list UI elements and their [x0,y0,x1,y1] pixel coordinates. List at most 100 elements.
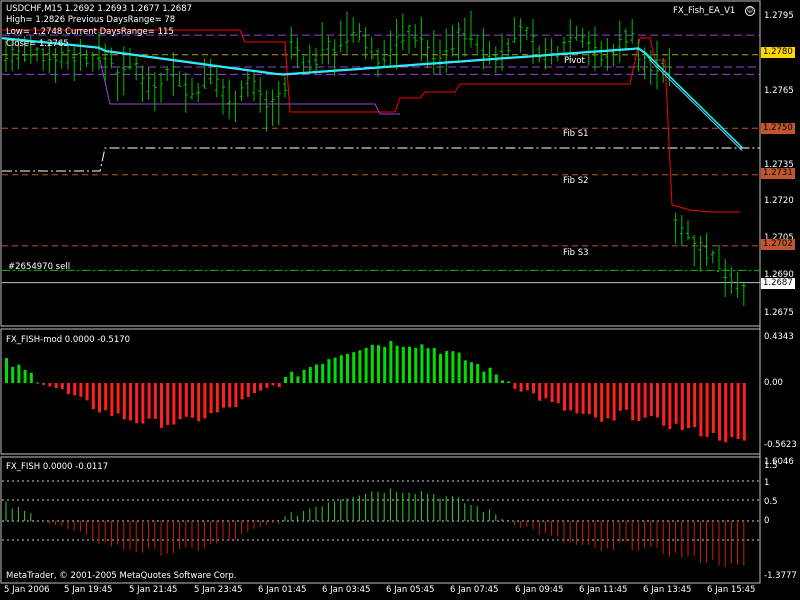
fish-mod-bar [612,383,616,421]
fish-mod-bar [513,383,517,389]
fish-mod-bar [147,383,151,419]
indicator-title-fish: FX_FISH 0.0000 -0.0117 [6,462,109,472]
time-tick: 5 Jan 21:45 [129,585,178,595]
fish-mod-bar [153,383,157,419]
chart-canvas[interactable] [0,0,800,600]
fish-mod-bar [618,383,622,411]
indicator-tick: 1 [764,478,770,488]
price-bar [382,39,387,68]
fish-mod-bar [718,383,721,441]
price-bar [537,45,542,63]
indicator-tick: 0.00 [764,378,783,388]
price-bar [326,36,331,65]
fish-mod-bar [104,383,108,411]
fish-mod-bar [538,383,542,401]
fish-mod-bar [408,346,411,383]
fish-mod-bar [166,383,170,425]
fish-mod-bar [91,383,95,410]
fish-mod-bar [246,383,250,397]
fish-mod-bar [191,383,194,418]
fish-mod-bar [674,383,678,424]
fish-mod-bar [60,383,64,390]
price-bar [549,38,554,65]
metatrader-chart-window[interactable]: USDCHF,M15 1.2692 1.2693 1.2677 1.2687 H… [0,0,800,600]
time-tick: 6 Jan 11:45 [579,585,628,595]
copyright-text: MetaTrader, © 2001-2005 MetaQuotes Softw… [6,571,237,581]
price-bar [431,30,436,75]
price-bar [506,38,511,59]
price-bar [698,235,703,272]
fish-mod-bar [606,383,610,419]
price-bar [574,25,579,41]
fish-mod-bar [705,383,709,437]
fish-mod-bar [172,383,176,425]
price-bar [487,41,492,65]
fish-mod-bar [389,341,393,383]
price-box-current: 1.2687 [761,278,795,289]
fish-mod-bar [215,383,219,413]
price-box-pivot: 1.2780 [761,47,795,58]
fish-mod-bar [122,383,126,420]
order-label[interactable]: #2654970 sell [8,262,70,272]
fish-mod-bar [296,376,300,383]
price-box-fib-s2: 1.2731 [761,168,795,179]
smiley-icon[interactable]: ☺ [745,6,755,16]
price-bar [53,47,58,84]
price-bar [41,48,46,71]
price-bar [276,81,281,125]
price-bar [723,258,728,298]
fish-mod-bar [383,346,387,383]
fish-mod-bar [507,381,511,383]
time-tick: 6 Jan 03:45 [322,585,371,595]
fish-mod-bar [29,372,33,383]
info-line-low: Low= 1.2748 Current DaysRange= 115 [6,27,174,37]
fish-mod-bar [277,383,281,388]
fish-mod-bar [532,383,535,394]
price-bar [717,244,721,272]
fish-mod-bar [420,344,424,383]
price-bar [283,76,287,98]
fish-mod-bar [129,383,132,421]
price-bar [202,58,207,89]
fish-mod-bar [742,383,746,441]
price-bar [208,58,213,85]
price-tick: 1.2795 [764,11,794,21]
price-bar [245,69,250,98]
fish-mod-bar [637,383,641,422]
price-bar [338,20,343,53]
fish-mod-bar [290,371,294,383]
fish-mod-bar [656,383,659,418]
price-bar [599,41,604,67]
fish-mod-bar [308,367,312,383]
main-pane-frame [0,0,761,327]
price-bar [462,17,467,57]
price-bar [735,272,740,298]
price-bar [419,17,424,61]
fish-mod-bar [519,383,523,392]
price-tick: 1.2675 [764,308,794,318]
fish-mod-bar [23,369,27,383]
price-tick: 1.2720 [764,196,794,206]
price-bar [686,220,690,241]
fish-mod-bar [302,369,306,383]
symbol-ohlc-header: USDCHF,M15 1.2692 1.2693 1.2677 1.2687 [6,4,193,14]
fish-mod-bar [73,383,77,396]
day-range-line [2,29,740,213]
price-bar [270,89,275,126]
fish-mod-bar [581,383,585,414]
fish-mod-bar [544,383,548,399]
fish-mod-bar [315,364,318,383]
fish-mod-bar [680,383,684,431]
fish-mod-bar [432,348,436,383]
info-line-high: High= 1.2826 Previous DaysRange= 78 [6,15,176,25]
price-bar [221,78,225,115]
fish-mod-bar [457,352,461,383]
fish-mod-bar [556,383,560,404]
fish-mod-bar [482,371,486,383]
fish-mod-bar [414,347,418,383]
fish-mod-bar [222,383,225,408]
time-tick: 5 Jan 23:45 [194,585,243,595]
price-bar [227,79,232,119]
fish-mod-bar [426,348,430,383]
price-bar [394,19,399,70]
